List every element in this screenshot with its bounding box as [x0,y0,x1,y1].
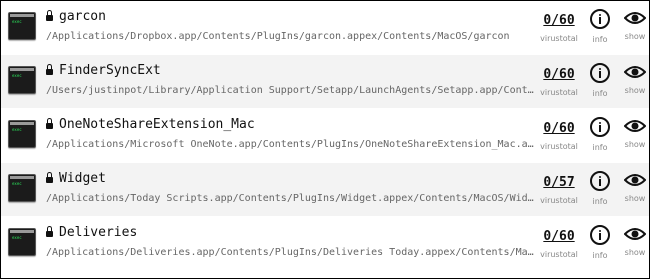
virustotal-result[interactable]: 0/60 virustotal [534,13,584,43]
info-icon[interactable] [590,225,610,245]
virustotal-label: virustotal [540,88,578,97]
lock-icon [46,10,53,21]
item-path: /Users/justinpot/Library/Application Sup… [46,85,534,96]
item-name: Widget [46,171,106,186]
item-name-label: Widget [59,171,106,186]
item-name-label: Deliveries [59,225,138,240]
item-path: /Applications/Dropbox.app/Contents/PlugI… [46,31,510,42]
info-label: info [592,35,608,44]
info-icon[interactable] [590,9,610,29]
info-icon[interactable] [590,63,610,83]
virustotal-label: virustotal [540,142,578,151]
info-icon[interactable] [590,117,610,137]
info-button[interactable]: info [588,9,612,44]
eye-icon[interactable] [624,11,646,25]
item-path: /Applications/Deliveries.app/Contents/Pl… [46,247,534,258]
info-label: info [592,197,608,206]
show-label: show [624,32,646,41]
item-name: FinderSyncExt [46,63,161,78]
item-name-label: OneNoteShareExtension_Mac [59,117,255,132]
show-button[interactable]: show [620,173,650,203]
item-name-label: garcon [59,9,106,24]
list-item: exec Widget /Applications/Today Scripts.… [1,163,649,216]
item-path: /Applications/Today Scripts.app/Contents… [46,193,534,204]
virustotal-label: virustotal [540,196,578,205]
lock-icon [46,118,53,129]
show-label: show [624,86,646,95]
executable-icon: exec [8,12,36,40]
show-button[interactable]: show [620,65,650,95]
item-name-label: FinderSyncExt [59,63,161,78]
virustotal-score-link[interactable]: 0/57 [534,175,584,190]
executable-icon: exec [8,174,36,202]
virustotal-label: virustotal [540,34,578,43]
show-label: show [624,248,646,257]
list-item: exec Deliveries /Applications/Deliveries… [1,217,649,270]
virustotal-score-link[interactable]: 0/60 [534,67,584,82]
virustotal-score-link[interactable]: 0/60 [534,121,584,136]
info-button[interactable]: info [588,225,612,260]
show-button[interactable]: show [620,119,650,149]
info-icon[interactable] [590,171,610,191]
info-button[interactable]: info [588,171,612,206]
executable-icon: exec [8,66,36,94]
lock-icon [46,226,53,237]
show-button[interactable]: show [620,227,650,257]
item-path: /Applications/Microsoft OneNote.app/Cont… [46,139,534,150]
show-label: show [624,194,646,203]
virustotal-score-link[interactable]: 0/60 [534,13,584,28]
list-item: exec OneNoteShareExtension_Mac /Applicat… [1,109,649,162]
virustotal-label: virustotal [540,250,578,259]
info-button[interactable]: info [588,63,612,98]
info-label: info [592,143,608,152]
show-label: show [624,140,646,149]
list-item: exec FinderSyncExt /Users/justinpot/Libr… [1,55,649,108]
executable-icon: exec [8,120,36,148]
list-item: exec garcon /Applications/Dropbox.app/Co… [1,1,649,54]
info-button[interactable]: info [588,117,612,152]
executable-icon: exec [8,228,36,256]
item-name: OneNoteShareExtension_Mac [46,117,255,132]
eye-icon[interactable] [624,227,646,241]
virustotal-result[interactable]: 0/60 virustotal [534,67,584,97]
info-label: info [592,89,608,98]
lock-icon [46,172,53,183]
show-button[interactable]: show [620,11,650,41]
item-name: garcon [46,9,106,24]
eye-icon[interactable] [624,65,646,79]
lock-icon [46,64,53,75]
extensions-list: exec garcon /Applications/Dropbox.app/Co… [0,0,650,279]
virustotal-result[interactable]: 0/60 virustotal [534,229,584,259]
virustotal-score-link[interactable]: 0/60 [534,229,584,244]
item-name: Deliveries [46,225,137,240]
virustotal-result[interactable]: 0/57 virustotal [534,175,584,205]
eye-icon[interactable] [624,119,646,133]
eye-icon[interactable] [624,173,646,187]
info-label: info [592,251,608,260]
virustotal-result[interactable]: 0/60 virustotal [534,121,584,151]
